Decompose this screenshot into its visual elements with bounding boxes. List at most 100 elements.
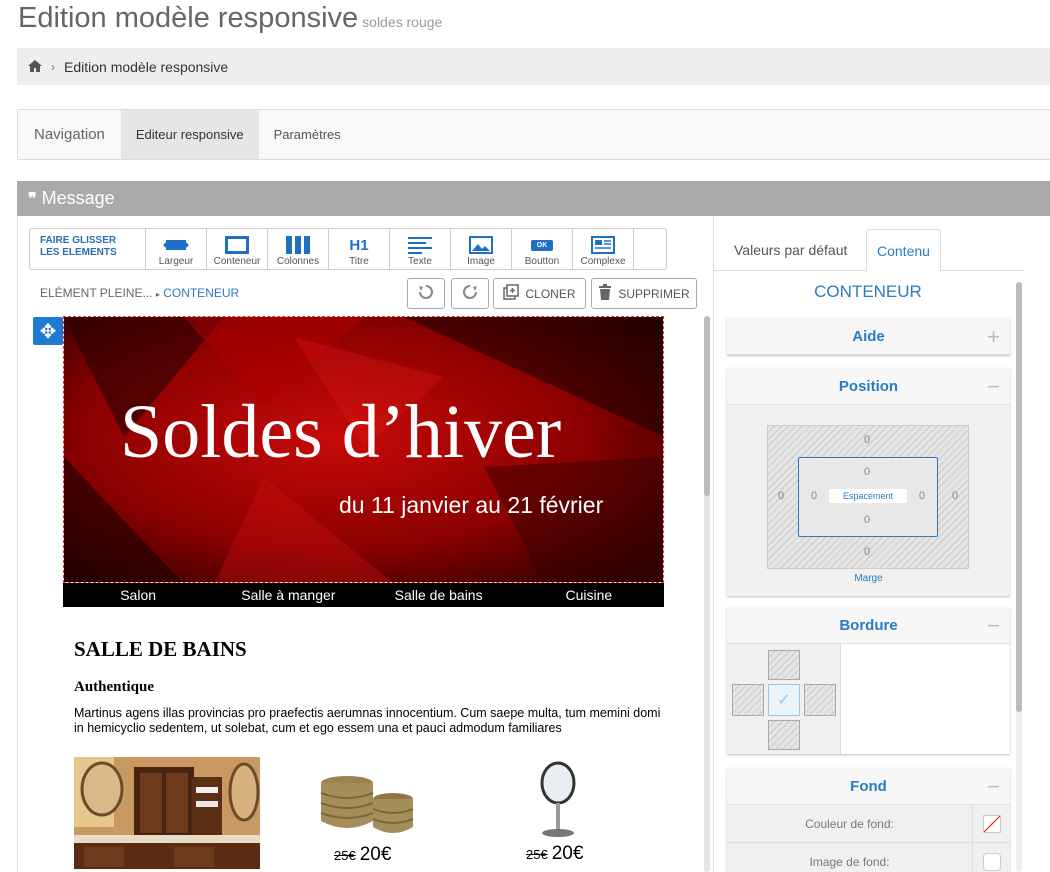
path-current[interactable]: CONTENEUR — [163, 286, 239, 300]
editor-scrollbar[interactable] — [704, 316, 710, 872]
element-toolbar: FAIRE GLISSER LES ELEMENTS Largeur Conten… — [29, 228, 667, 270]
message-panel-header: ❞ Message — [17, 181, 1050, 216]
breadcrumb: › Edition modèle responsive — [17, 48, 1050, 85]
image-icon — [469, 234, 493, 256]
scroll-thumb[interactable] — [704, 316, 710, 496]
container-icon — [225, 234, 249, 256]
border-bottom-toggle[interactable] — [768, 720, 800, 750]
product-price: 25€ 20€ — [334, 844, 391, 866]
product-price: 25€ 20€ — [526, 843, 583, 865]
category-link[interactable]: Salon — [63, 583, 213, 607]
tab-navigation[interactable]: Navigation — [18, 110, 121, 159]
path-parent[interactable]: ELÉMENT PLEINE... — [40, 286, 152, 300]
border-settings-area — [840, 644, 1010, 754]
fond-section: Fond − Couleur de fond: Image de fond: — [727, 768, 1010, 872]
padding-bottom-value[interactable]: 0 — [864, 514, 870, 526]
section-title: SALLE DE BAINS — [74, 637, 247, 661]
move-icon[interactable]: ✥ — [33, 317, 63, 345]
position-header[interactable]: Position − — [727, 368, 1010, 405]
basket-product-image — [317, 773, 415, 839]
margin-left-value[interactable]: 0 — [778, 490, 784, 502]
check-icon: ✓ — [777, 692, 791, 709]
tool-conteneur[interactable]: Conteneur — [207, 229, 268, 269]
padding-label: Espacement — [829, 489, 907, 503]
scroll-thumb[interactable] — [1016, 282, 1022, 712]
sidebar-title: CONTENEUR — [814, 282, 922, 301]
margin-box[interactable]: 0 0 0 0 0 0 0 0 Espacement — [767, 425, 969, 569]
page-title: Edition modèle responsive soldes rouge — [18, 2, 443, 34]
background-image-row: Image de fond: — [727, 843, 1010, 872]
sidebar-scrollbar[interactable] — [1016, 282, 1022, 872]
clone-icon — [503, 284, 520, 303]
trash-icon — [598, 284, 612, 303]
margin-label: Marge — [854, 573, 883, 584]
quote-icon: ❞ — [28, 190, 37, 208]
complex-icon — [591, 234, 615, 256]
sidebar-tabs: Valeurs par défaut Contenu — [714, 229, 1024, 272]
mirror-product-image — [538, 761, 578, 839]
tab-parametres[interactable]: Paramètres — [259, 110, 356, 159]
panel-title: Message — [41, 188, 115, 208]
padding-top-value[interactable]: 0 — [864, 466, 870, 478]
category-link[interactable]: Salle de bains — [364, 583, 514, 607]
heading-icon: H1 — [349, 236, 369, 254]
background-image-picker[interactable] — [972, 843, 1010, 872]
undo-button[interactable] — [407, 278, 445, 309]
border-right-toggle[interactable] — [804, 684, 836, 716]
section-subtitle: Authentique — [74, 679, 155, 695]
home-icon[interactable] — [28, 59, 42, 75]
tool-largeur[interactable]: Largeur — [146, 229, 207, 269]
properties-sidebar: Valeurs par défaut Contenu CONTENEUR Aid… — [714, 216, 1050, 872]
columns-icon — [286, 234, 310, 256]
padding-right-value[interactable]: 0 — [919, 490, 925, 502]
category-link[interactable]: Salle à manger — [213, 583, 363, 607]
border-all-toggle[interactable]: ✓ — [768, 684, 800, 716]
breadcrumb-current: Edition modèle responsive — [64, 58, 229, 75]
background-image-label: Image de fond: — [809, 854, 890, 869]
margin-top-value[interactable]: 0 — [864, 434, 870, 446]
background-color-label: Couleur de fond: — [805, 816, 894, 831]
element-path: ELÉMENT PLEINE... ▸ CONTENEUR — [40, 286, 240, 300]
button-icon: OK — [530, 234, 554, 256]
category-link[interactable]: Cuisine — [514, 583, 664, 607]
tool-texte[interactable]: Texte — [390, 229, 451, 269]
new-price: 20€ — [359, 844, 392, 865]
margin-bottom-value[interactable]: 0 — [864, 546, 870, 558]
tool-bouton[interactable]: OK Boutton — [512, 229, 573, 269]
padding-left-value[interactable]: 0 — [811, 490, 817, 502]
bordure-section: Bordure − ✓ — [727, 607, 1010, 754]
tool-complexe[interactable]: Complexe — [573, 229, 634, 269]
undo-icon — [418, 284, 434, 303]
border-left-toggle[interactable] — [732, 684, 764, 716]
text-icon — [408, 234, 432, 256]
tab-valeurs-par-defaut[interactable]: Valeurs par défaut — [724, 229, 857, 271]
minus-icon[interactable]: − — [987, 374, 1000, 400]
new-price: 20€ — [551, 843, 584, 864]
page-subtitle: soldes rouge — [362, 14, 443, 30]
padding-box[interactable]: 0 0 0 0 Espacement — [798, 457, 938, 537]
background-color-swatch[interactable] — [972, 805, 1010, 843]
chevron-right-icon: › — [51, 59, 55, 74]
email-banner[interactable]: Soldes d’hiver du 11 janvier au 21 févri… — [63, 316, 664, 583]
plus-icon[interactable]: + — [987, 324, 1000, 350]
banner-title: Soldes d’hiver — [120, 390, 562, 474]
tab-editeur-responsive[interactable]: Editeur responsive — [120, 110, 259, 159]
main-tabs: Navigation Editeur responsive Paramètres — [17, 109, 1050, 160]
border-top-toggle[interactable] — [768, 650, 800, 680]
margin-right-value[interactable]: 0 — [952, 490, 958, 502]
aide-header[interactable]: Aide + — [727, 318, 1010, 355]
fond-header[interactable]: Fond − — [727, 768, 1010, 805]
width-icon — [163, 234, 189, 256]
redo-button[interactable] — [451, 278, 489, 309]
bordure-header[interactable]: Bordure − — [727, 607, 1010, 644]
minus-icon[interactable]: − — [987, 774, 1000, 800]
tab-contenu[interactable]: Contenu — [866, 229, 941, 272]
tool-titre[interactable]: H1 Titre — [329, 229, 390, 269]
delete-button[interactable]: SUPPRIMER — [591, 278, 697, 309]
clone-button[interactable]: CLONER — [493, 278, 586, 309]
drag-hint: FAIRE GLISSER LES ELEMENTS — [30, 229, 146, 269]
tool-colonnes[interactable]: Colonnes — [268, 229, 329, 269]
old-price: 25€ — [334, 848, 356, 863]
tool-image[interactable]: Image — [451, 229, 512, 269]
minus-icon[interactable]: − — [987, 613, 1000, 639]
